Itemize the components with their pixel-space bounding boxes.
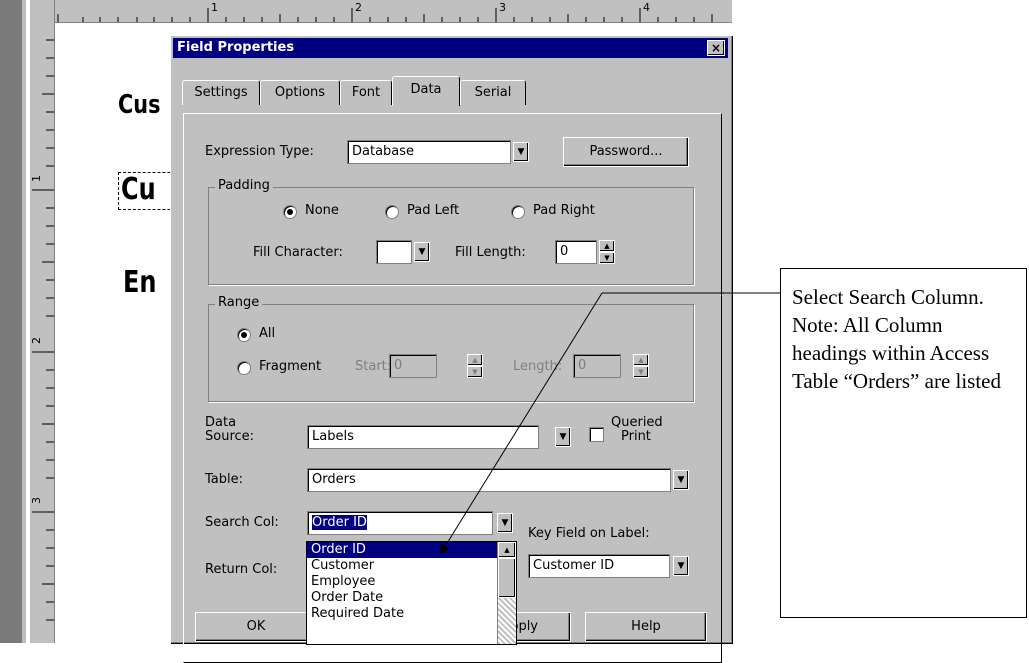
callout-arrow [439, 292, 780, 555]
tab-data[interactable]: Data [392, 76, 460, 106]
